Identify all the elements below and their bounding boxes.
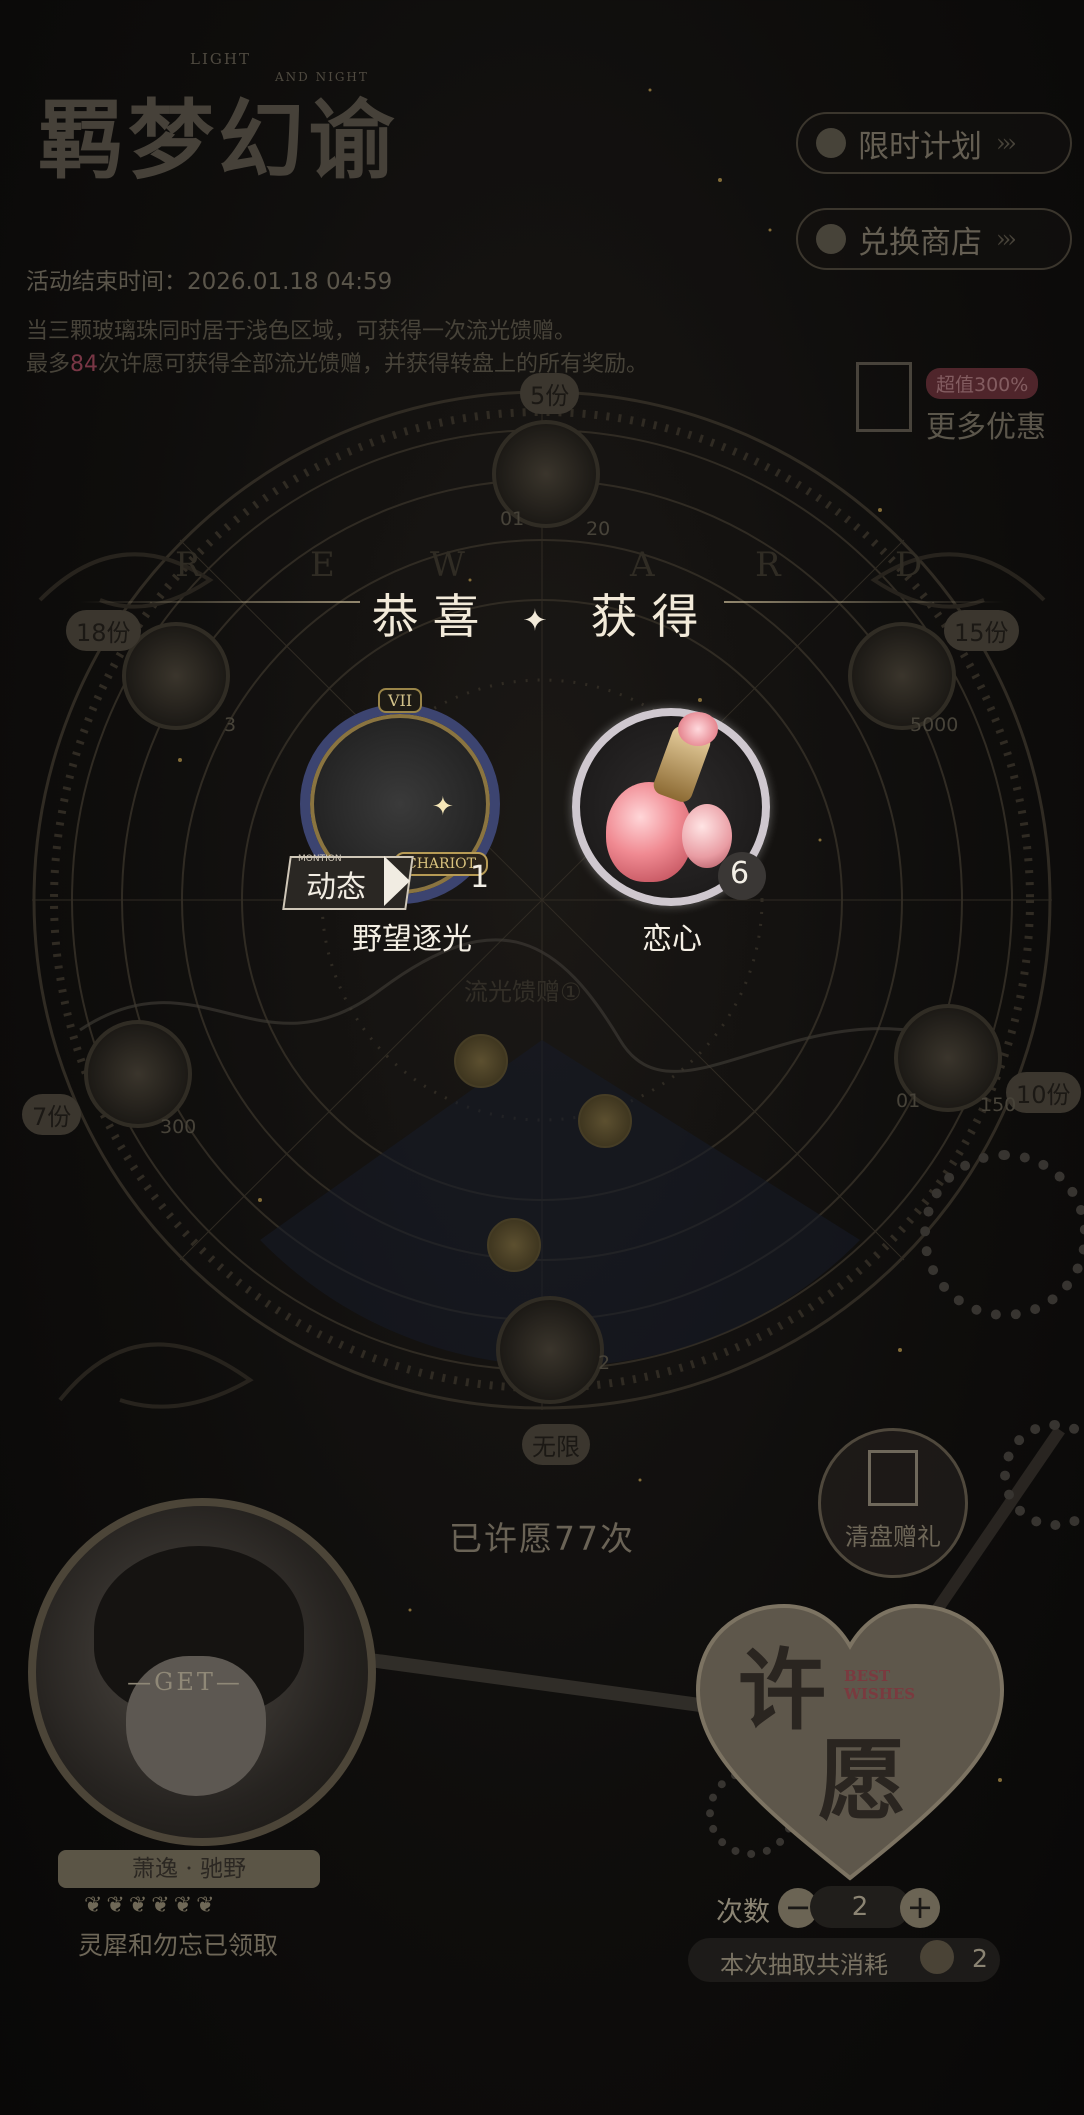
share-badge: 10份 (1006, 1072, 1081, 1113)
cost-value: 2 (972, 1944, 988, 1973)
glass-bead (487, 1218, 541, 1272)
wish-token-icon (920, 1940, 954, 1974)
wheel-node[interactable] (84, 1020, 192, 1128)
reward-item-card[interactable]: VII ✦ CHARIOT 动态 MONTION 1 (282, 688, 544, 928)
clock-icon (816, 128, 846, 158)
wish-label-bottom: 愿 (818, 1728, 907, 1832)
wish-label-top: 许 (738, 1638, 827, 1742)
chevron-right-icon (384, 856, 410, 906)
congrats-title: 恭喜 ✦ 获得 (371, 590, 713, 645)
node-count: 5000 (910, 714, 959, 736)
node-count: 300 (160, 1116, 197, 1138)
glass-bead (578, 1094, 632, 1148)
glass-bead (454, 1034, 508, 1088)
exchange-shop-button[interactable]: 兑换商店 ››› (796, 208, 1072, 270)
claim-status: 灵犀和勿忘已领取 (78, 1931, 279, 1960)
desc-line-1: 当三颗玻璃珠同时居于浅色区域，可获得一次流光馈赠。 (26, 319, 577, 344)
logo-sub-light: LIGHT (190, 50, 251, 68)
heart-icon (816, 224, 846, 254)
chip-label: 01 (896, 1090, 921, 1112)
reward-item-name: 野望逐光 (352, 922, 472, 957)
share-badge: 5份 (520, 373, 580, 414)
event-logo-title: 羁梦幻谕 (38, 90, 398, 191)
leaf-icon: ❦❦❦❦❦❦ (84, 1893, 219, 1918)
more-offers-link[interactable]: 更多优惠 (926, 402, 1046, 446)
gift-box-icon (868, 1450, 918, 1506)
cost-label: 本次抽取共消耗 (720, 1951, 888, 1979)
share-badge: 无限 (522, 1424, 590, 1465)
gift-box-icon[interactable] (856, 362, 912, 432)
sparkle-icon: ✦ (522, 603, 562, 639)
limited-plan-label: 限时计划 (858, 128, 982, 165)
chevron-right-icon: ››› (996, 129, 1017, 157)
increase-count-button[interactable]: + (900, 1888, 940, 1928)
reward-quantity: 1 (470, 860, 490, 895)
wish-en-top: BEST (844, 1667, 891, 1685)
share-badge: 7份 (22, 1094, 82, 1135)
tag-small-text: MONTION (298, 854, 342, 864)
node-count: 20 (586, 518, 611, 540)
card-top-label: VII (378, 688, 423, 713)
promo-badge: 超值300% (926, 368, 1039, 399)
reward-quantity: 6 (730, 856, 750, 891)
reward-item-name: 恋心 (642, 922, 702, 957)
gift-progress-label: 流光馈赠① (464, 978, 582, 1006)
node-count: 3 (224, 714, 237, 736)
count-value: 2 (810, 1886, 910, 1928)
count-label: 次数 (716, 1897, 770, 1928)
dynamic-tag-label: 动态 (306, 870, 366, 905)
potion-stopper (678, 712, 718, 746)
exchange-shop-label: 兑换商店 (858, 224, 982, 261)
max-wish-count: 84 (70, 352, 99, 377)
character-name: 萧逸 · 驰野 (58, 1850, 320, 1888)
wish-en-bottom: WISHES (844, 1685, 916, 1703)
node-count: 2 (598, 1352, 611, 1374)
node-count: 150 (980, 1094, 1017, 1116)
gear-icon (920, 1150, 1084, 1320)
chip-label: 01 (500, 508, 525, 530)
sparkle-icon: ✦ (432, 792, 454, 822)
reward-item-potion[interactable]: 6 (570, 704, 780, 914)
wheel-node[interactable] (496, 1296, 604, 1404)
get-label: —GET— (127, 1668, 243, 1696)
clear-gift-label: 清盘赠礼 (845, 1523, 941, 1551)
event-description: 当三颗玻璃珠同时居于浅色区域，可获得一次流光馈赠。 最多84次许愿可获得全部流光… (26, 315, 648, 381)
event-end-time: 活动结束时间：2026.01.18 04:59 (26, 269, 393, 295)
chevron-right-icon: ››› (996, 225, 1017, 253)
limited-plan-button[interactable]: 限时计划 ››› (796, 112, 1072, 174)
